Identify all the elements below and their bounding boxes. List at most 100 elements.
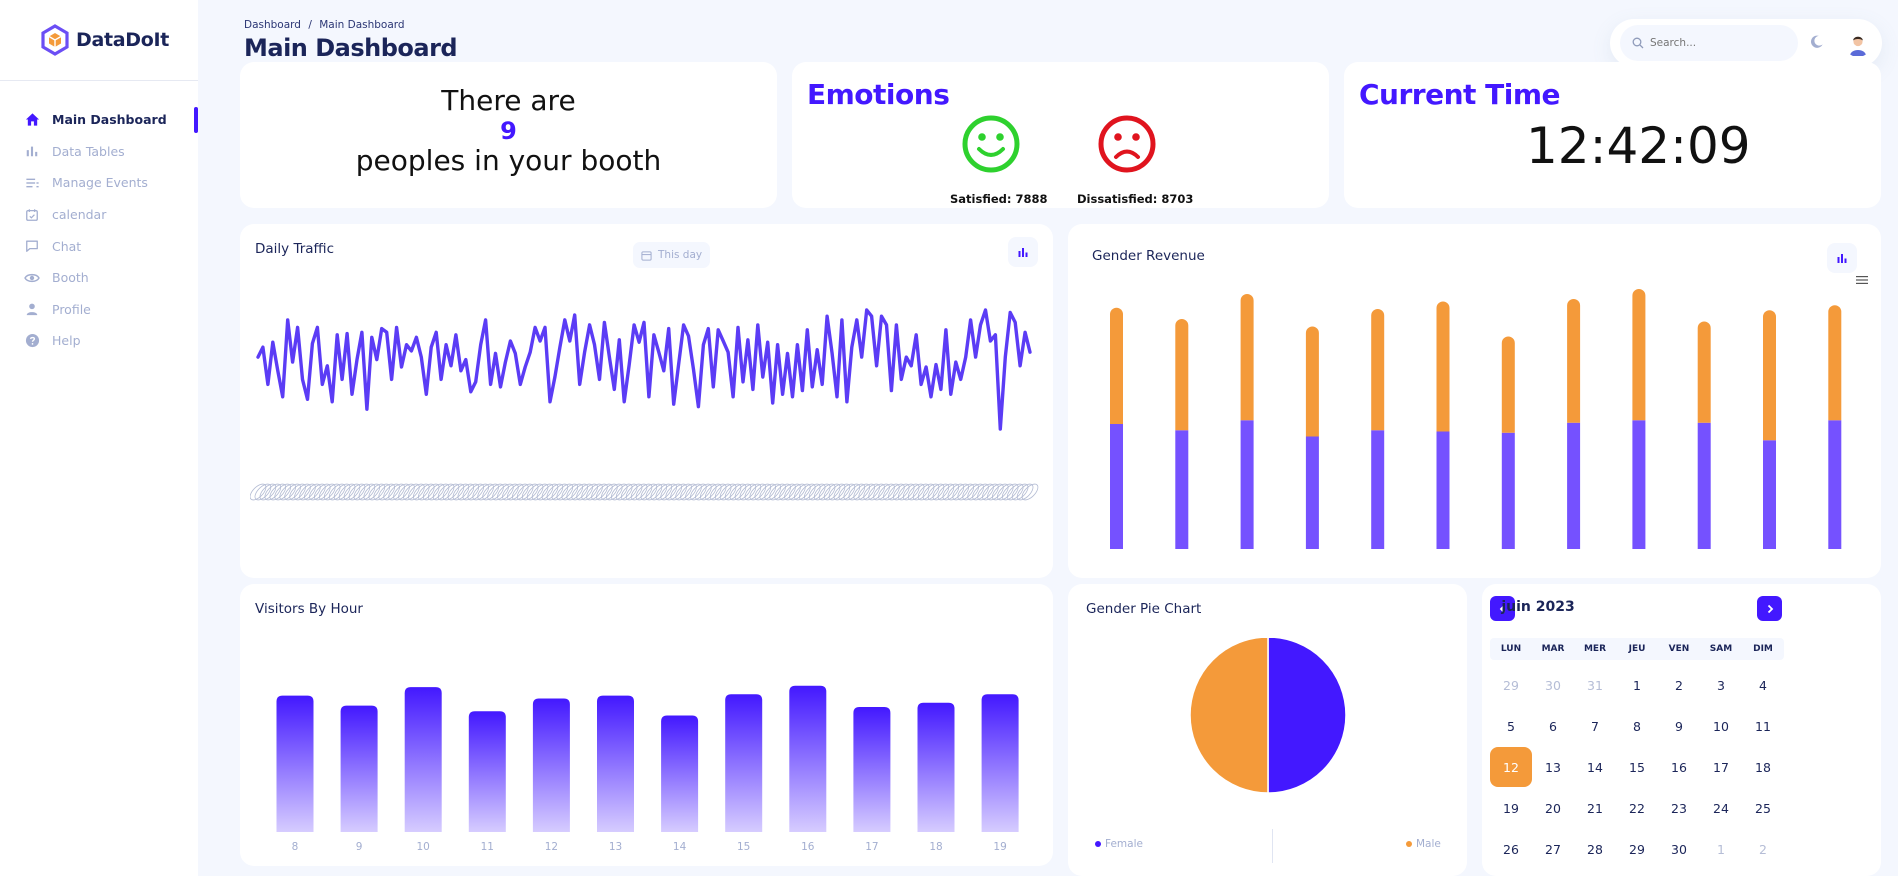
calendar-day[interactable]: 21 [1574,788,1616,828]
gender-pie-chart [1189,638,1347,794]
revenue-bar-upper[interactable] [1371,309,1385,431]
revenue-bar-lower[interactable] [1110,424,1123,549]
visitors-bar[interactable] [981,694,1019,832]
sidebar-item-main-dashboard[interactable]: Main Dashboard [0,104,198,136]
calendar-day[interactable]: 29 [1616,829,1658,869]
calendar-day[interactable]: 16 [1658,747,1700,787]
calendar-day[interactable]: 17 [1700,747,1742,787]
gender-pie-card: Gender Pie Chart Female Male [1068,584,1467,876]
calendar-day[interactable]: 1 [1616,665,1658,705]
search-box[interactable] [1620,25,1798,61]
active-indicator [194,107,198,133]
calendar-day[interactable]: 31 [1574,665,1616,705]
revenue-bar-lower[interactable] [1632,420,1646,549]
calendar-day[interactable]: 22 [1616,788,1658,828]
pie-slice-female[interactable] [1267,638,1347,794]
visitors-bar[interactable] [597,695,634,832]
calendar-day[interactable]: 5 [1490,706,1532,746]
calendar-day[interactable]: 30 [1532,665,1574,705]
revenue-bar-lower[interactable] [1763,440,1776,549]
calendar-day[interactable]: 9 [1658,706,1700,746]
sidebar-item-help[interactable]: Help [0,325,198,357]
calendar-day[interactable]: 29 [1490,665,1532,705]
revenue-bar-upper[interactable] [1110,307,1123,424]
calendar-day[interactable]: 8 [1616,706,1658,746]
visitors-bar[interactable] [853,707,891,832]
chart-options-button[interactable] [1827,243,1857,273]
sidebar-item-profile[interactable]: Profile [0,294,198,326]
gender-revenue-card: Gender Revenue [1068,224,1881,578]
revenue-bar-upper[interactable] [1567,299,1581,423]
calendar-day[interactable]: 2 [1658,665,1700,705]
calendar-day[interactable]: 19 [1490,788,1532,828]
chart-options-button[interactable] [1008,237,1038,267]
current-time-card: Current Time 12:42:09 [1344,62,1881,208]
calendar-day[interactable]: 18 [1742,747,1784,787]
calendar-day[interactable]: 10 [1700,706,1742,746]
calendar-next-button[interactable] [1757,596,1782,621]
calendar-day[interactable]: 4 [1742,665,1784,705]
revenue-bar-upper[interactable] [1501,336,1515,433]
current-time-title: Current Time [1359,78,1561,111]
date-range-chip[interactable]: This day [633,242,711,268]
pie-slice-male[interactable] [1189,638,1269,794]
visitors-bar[interactable] [404,687,442,832]
sidebar-item-chat[interactable]: Chat [0,230,198,262]
revenue-bar-upper[interactable] [1763,310,1776,441]
visitors-bar[interactable] [276,695,314,832]
calendar-day[interactable]: 24 [1700,788,1742,828]
calendar-day[interactable]: 20 [1532,788,1574,828]
sidebar-item-label: Chat [52,238,82,254]
breadcrumb-root[interactable]: Dashboard [244,19,301,31]
revenue-bar-lower[interactable] [1828,420,1842,549]
avatar[interactable] [1844,29,1872,57]
visitors-bar[interactable] [532,698,570,832]
calendar-day[interactable]: 26 [1490,829,1532,869]
calendar-day[interactable]: 15 [1616,747,1658,787]
revenue-bar-upper[interactable] [1697,321,1711,423]
visitors-bar[interactable] [917,702,955,832]
visitors-bar[interactable] [789,685,827,832]
revenue-bar-upper[interactable] [1305,326,1319,437]
calendar-day[interactable]: 23 [1658,788,1700,828]
calendar-day[interactable]: 3 [1700,665,1742,705]
revenue-bar-lower[interactable] [1567,422,1581,549]
brand[interactable]: DataDoIt [40,24,169,56]
visitors-bar[interactable] [340,705,378,832]
revenue-bar-upper[interactable] [1828,305,1842,421]
visitors-bar[interactable] [468,711,506,832]
sidebar-item-calendar[interactable]: calendar [0,199,198,231]
moon-icon[interactable] [1809,34,1824,49]
revenue-bar-lower[interactable] [1371,430,1385,549]
calendar-day[interactable]: 27 [1532,829,1574,869]
calendar-day[interactable]: 25 [1742,788,1784,828]
revenue-bar-upper[interactable] [1240,294,1254,421]
dissatisfied-label: Dissatisfied: 8703 [1077,192,1194,206]
calendar-day[interactable]: 28 [1574,829,1616,869]
brand-name: DataDoIt [76,29,170,51]
calendar-day[interactable]: 6 [1532,706,1574,746]
visitors-bar[interactable] [725,694,763,832]
calendar-day[interactable]: 11 [1742,706,1784,746]
revenue-bar-lower[interactable] [1501,432,1515,549]
revenue-bar-lower[interactable] [1436,431,1450,550]
calendar-day-selected[interactable]: 12 [1490,747,1532,787]
calendar-day[interactable]: 7 [1574,706,1616,746]
visitors-bar[interactable] [661,715,699,832]
revenue-bar-upper[interactable] [1436,301,1450,432]
calendar-day[interactable]: 1 [1700,829,1742,869]
sidebar-item-manage-events[interactable]: Manage Events [0,167,198,199]
calendar-day[interactable]: 14 [1574,747,1616,787]
revenue-bar-lower[interactable] [1697,422,1711,549]
sidebar-item-data-tables[interactable]: Data Tables [0,136,198,168]
revenue-bar-lower[interactable] [1240,420,1254,549]
revenue-bar-upper[interactable] [1175,319,1189,431]
calendar-day[interactable]: 13 [1532,747,1574,787]
revenue-bar-lower[interactable] [1175,430,1189,549]
search-input[interactable] [1650,37,1790,49]
sidebar-item-booth[interactable]: Booth [0,262,198,294]
revenue-bar-upper[interactable] [1632,289,1646,421]
calendar-day[interactable]: 2 [1742,829,1784,869]
calendar-day[interactable]: 30 [1658,829,1700,869]
revenue-bar-lower[interactable] [1305,436,1319,550]
